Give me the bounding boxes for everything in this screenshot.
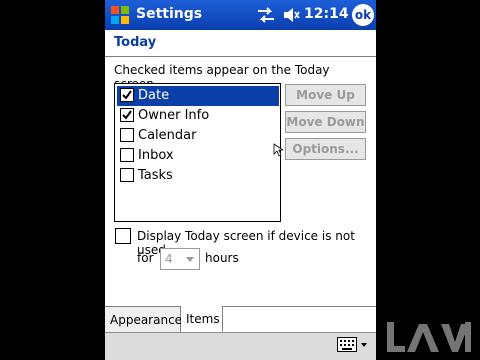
page-title: Today bbox=[114, 35, 157, 50]
volume-icon[interactable] bbox=[282, 6, 300, 24]
title-bar: Settings 12:14 ok bbox=[105, 0, 376, 30]
list-item-label: Inbox bbox=[138, 148, 174, 163]
hours-value: 4 bbox=[165, 252, 173, 266]
connectivity-icon[interactable] bbox=[257, 7, 275, 23]
move-up-button[interactable]: Move Up bbox=[285, 84, 366, 106]
device-screen: Settings 12:14 ok Today Checked items ap… bbox=[105, 0, 376, 360]
calendar-checkbox[interactable] bbox=[120, 128, 134, 142]
hours-dropdown[interactable]: 4 bbox=[160, 248, 200, 270]
list-item-inbox[interactable]: Inbox bbox=[117, 146, 279, 166]
tasks-checkbox[interactable] bbox=[120, 168, 134, 182]
move-down-button[interactable]: Move Down bbox=[285, 111, 366, 133]
mouse-cursor-icon bbox=[273, 143, 283, 157]
tab-items[interactable]: Items bbox=[181, 306, 223, 332]
checkmark-icon bbox=[122, 90, 132, 100]
chevron-down-icon bbox=[186, 257, 194, 262]
list-item-label: Owner Info bbox=[138, 108, 210, 123]
list-item-label: Calendar bbox=[138, 128, 197, 143]
tab-appearance[interactable]: Appearance bbox=[105, 306, 182, 332]
list-item-tasks[interactable]: Tasks bbox=[117, 166, 279, 186]
display-today-checkbox[interactable] bbox=[115, 228, 131, 244]
watermark-logo bbox=[387, 322, 471, 352]
date-checkbox[interactable] bbox=[120, 88, 134, 102]
list-item-owner-info[interactable]: Owner Info bbox=[117, 106, 279, 126]
hours-label: hours bbox=[205, 251, 239, 265]
clock[interactable]: 12:14 bbox=[304, 6, 349, 22]
options-button[interactable]: Options... bbox=[285, 138, 366, 160]
list-item-label: Tasks bbox=[138, 168, 173, 183]
window-title: Settings bbox=[136, 6, 203, 22]
inbox-checkbox[interactable] bbox=[120, 148, 134, 162]
keyboard-icon[interactable] bbox=[337, 337, 357, 352]
owner-info-checkbox[interactable] bbox=[120, 108, 134, 122]
list-item-label: Date bbox=[138, 88, 170, 103]
list-item-calendar[interactable]: Calendar bbox=[117, 126, 279, 146]
ok-button[interactable]: ok bbox=[352, 4, 374, 26]
items-list[interactable]: Date Owner Info Calendar Inbox Tasks bbox=[114, 83, 281, 222]
menu-bar bbox=[105, 332, 376, 360]
header-divider bbox=[105, 56, 376, 57]
input-menu-arrow-icon[interactable] bbox=[361, 343, 367, 347]
for-label: for bbox=[137, 251, 154, 265]
checkmark-icon bbox=[122, 110, 132, 120]
windows-start-icon[interactable] bbox=[110, 5, 130, 25]
list-item-date[interactable]: Date bbox=[117, 86, 279, 106]
